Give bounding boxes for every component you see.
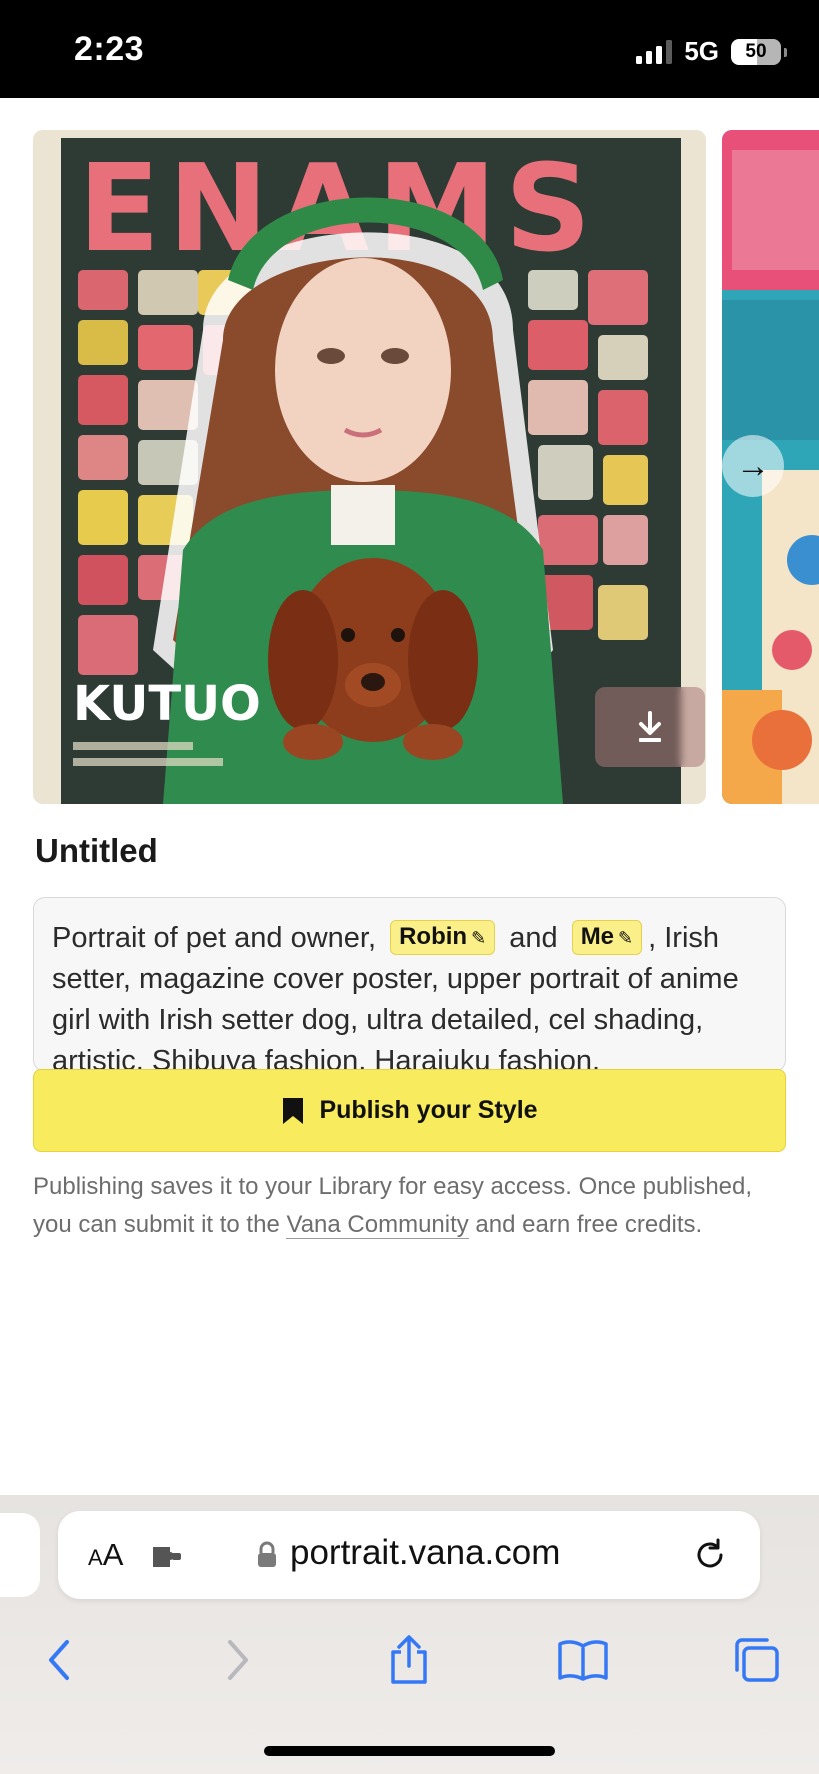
prompt-textbox[interactable]: Portrait of pet and owner, Robin ✎ and Me…: [33, 897, 786, 1072]
previous-tab-preview[interactable]: [0, 1513, 40, 1597]
network-type: 5G: [684, 36, 719, 66]
pencil-icon: ✎: [618, 928, 634, 948]
chevron-right-icon: [228, 1640, 248, 1680]
address-bar[interactable]: AA portrait.vana.com: [58, 1511, 760, 1599]
book-icon: [558, 1640, 608, 1681]
publish-label: Publish your Style: [319, 1096, 538, 1124]
chevron-left-icon: [49, 1640, 69, 1680]
lock-icon: [258, 1541, 276, 1567]
publish-help-text: Publishing saves it to your Library for …: [33, 1168, 773, 1244]
help-text-after: and earn free credits.: [468, 1211, 703, 1238]
status-time: 2:23: [74, 30, 145, 68]
navigation-toolbar: [0, 1625, 819, 1695]
forward-button[interactable]: [202, 1625, 272, 1695]
pencil-icon: ✎: [471, 928, 487, 948]
battery-level: 50: [745, 40, 767, 62]
url-text[interactable]: portrait.vana.com: [290, 1533, 560, 1573]
prompt-prefix: Portrait of pet and owner,: [52, 922, 377, 954]
download-icon: [639, 711, 661, 742]
tabs-button[interactable]: [721, 1625, 791, 1695]
style-title[interactable]: Untitled: [35, 832, 158, 870]
browser-toolbar: AA portrait.vana.com: [0, 1495, 819, 1774]
share-button[interactable]: [374, 1625, 444, 1695]
bookmark-icon: [283, 1097, 304, 1124]
image-carousel[interactable]: ENAMS KUTUO →: [0, 130, 819, 804]
home-indicator: [264, 1746, 555, 1756]
vana-community-link[interactable]: Vana Community: [286, 1211, 469, 1239]
owner-name-chip[interactable]: Me ✎: [571, 920, 643, 955]
status-bar: 2:23 5G 50: [0, 0, 819, 98]
back-button[interactable]: [25, 1625, 95, 1695]
cellular-signal-icon: [636, 39, 673, 64]
extension-icon[interactable]: [150, 1541, 184, 1571]
owner-name-label: Me: [580, 923, 615, 950]
status-indicators: 5G 50: [636, 36, 787, 67]
next-arrow-button[interactable]: →: [722, 435, 784, 497]
reload-icon[interactable]: [692, 1537, 728, 1573]
publish-style-button[interactable]: Publish your Style: [33, 1069, 786, 1152]
battery-icon: 50: [731, 38, 787, 65]
page-settings-button[interactable]: AA: [88, 1537, 123, 1573]
pet-name-label: Robin: [399, 923, 468, 950]
bookmarks-button[interactable]: [548, 1625, 618, 1695]
pet-name-chip[interactable]: Robin ✎: [390, 920, 496, 955]
tabs-icon: [735, 1638, 779, 1682]
share-icon: [391, 1635, 427, 1684]
generated-image[interactable]: ENAMS KUTUO: [33, 130, 706, 804]
download-button[interactable]: [595, 687, 705, 767]
cover-bottom-text: KUTUO: [73, 676, 261, 732]
prompt-connector: and: [509, 922, 558, 954]
